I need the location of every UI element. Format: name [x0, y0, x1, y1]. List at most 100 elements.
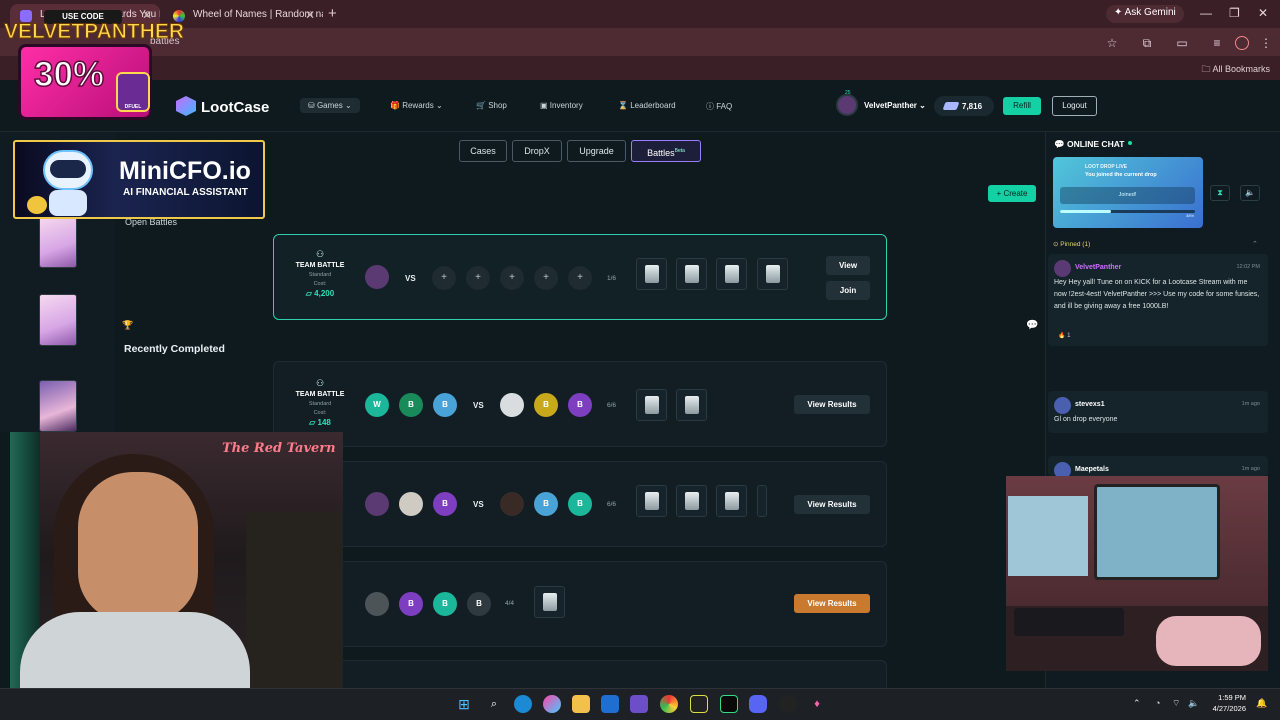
- player-avatar[interactable]: B: [433, 393, 457, 417]
- menu-icon[interactable]: ⋮: [1259, 36, 1273, 50]
- player-avatar[interactable]: [365, 592, 389, 616]
- chat-toggle-icon[interactable]: 💬: [1026, 320, 1038, 331]
- join-button[interactable]: Join: [826, 281, 870, 300]
- discord-icon[interactable]: [749, 695, 767, 713]
- card-thumbnail[interactable]: [39, 216, 77, 268]
- refill-button[interactable]: Refill: [1003, 97, 1041, 115]
- view-results-button[interactable]: View Results: [794, 495, 870, 514]
- card-thumbnail[interactable]: [39, 294, 77, 346]
- close-icon[interactable]: ✕: [305, 8, 315, 22]
- logout-button[interactable]: Logout: [1052, 96, 1097, 116]
- player-avatar[interactable]: B: [399, 393, 423, 417]
- join-slot[interactable]: +: [432, 266, 456, 290]
- player-avatar[interactable]: B: [433, 492, 457, 516]
- obs-icon[interactable]: [779, 695, 797, 713]
- player-count: 4/4: [505, 600, 515, 607]
- chat-message: Maepetals 1m ago: [1048, 456, 1268, 479]
- player-avatar[interactable]: B: [433, 592, 457, 616]
- card-thumbnail[interactable]: [39, 380, 77, 432]
- join-slot[interactable]: +: [500, 266, 524, 290]
- player-avatar[interactable]: B: [568, 492, 592, 516]
- chevron-up-icon[interactable]: ⌃: [1133, 698, 1141, 709]
- windows-start-icon[interactable]: ⊞: [455, 695, 473, 713]
- terminal-icon[interactable]: [720, 695, 738, 713]
- tab-wheel-of-names[interactable]: Wheel of Names | Random nam ✕: [163, 4, 323, 28]
- player-avatar[interactable]: B: [534, 492, 558, 516]
- wifi-icon[interactable]: ⌔: [1172, 698, 1180, 709]
- minimize-icon[interactable]: —: [1200, 6, 1212, 20]
- battle-card: ⚇ TEAM BATTLE Standard Cost: ▱ 148 W B B…: [273, 361, 887, 447]
- file-explorer-icon[interactable]: [572, 695, 590, 713]
- nav-inventory[interactable]: ▣ Inventory: [532, 98, 591, 113]
- copilot-icon[interactable]: [543, 695, 561, 713]
- edge-icon[interactable]: [514, 695, 532, 713]
- chevron-up-icon[interactable]: ⌃: [1252, 240, 1258, 248]
- all-bookmarks[interactable]: 🗀 All Bookmarks: [1201, 62, 1270, 78]
- search-icon[interactable]: ⌕: [485, 695, 503, 713]
- chrome-icon[interactable]: [660, 695, 678, 713]
- create-battle-button[interactable]: + Create: [988, 185, 1036, 202]
- tab-upgrade[interactable]: Upgrade: [567, 140, 626, 162]
- player-avatar[interactable]: [365, 492, 389, 516]
- message-time: 1m ago: [1241, 401, 1260, 407]
- cost-number: 4,200: [314, 289, 335, 298]
- notepad-icon[interactable]: [690, 695, 708, 713]
- nav-rewards[interactable]: 🎁 Rewards ⌄: [382, 98, 451, 113]
- player-avatar[interactable]: [500, 492, 524, 516]
- message-author[interactable]: Maepetals: [1075, 466, 1109, 473]
- player-avatar[interactable]: [500, 393, 524, 417]
- notifications-icon[interactable]: 🔔: [1256, 698, 1267, 709]
- join-slot[interactable]: +: [466, 266, 490, 290]
- ask-gemini-button[interactable]: ✦ Ask Gemini: [1106, 5, 1184, 23]
- site-logo[interactable]: LootCase: [176, 96, 269, 116]
- battle-card: B VS B B 6/6 View Results: [273, 461, 887, 547]
- player-avatar[interactable]: B: [568, 393, 592, 417]
- pinned-section[interactable]: ⊙ Pinned (1): [1053, 240, 1090, 248]
- avatar: [1054, 397, 1071, 414]
- hourglass-icon[interactable]: ⧗: [1210, 185, 1230, 201]
- outlook-icon[interactable]: [601, 695, 619, 713]
- view-button[interactable]: View: [826, 256, 870, 275]
- profile-icon[interactable]: [1235, 36, 1249, 50]
- nav-shop[interactable]: 🛒 Shop: [468, 98, 515, 113]
- nav-games[interactable]: ⛁ Games ⌄: [300, 98, 360, 113]
- avatar: [836, 94, 858, 116]
- network-icon[interactable]: ◔: [1155, 698, 1160, 708]
- teams-icon[interactable]: [630, 695, 648, 713]
- player-count: 6/6: [607, 402, 617, 409]
- close-window-icon[interactable]: ✕: [1258, 6, 1268, 20]
- star-icon[interactable]: ☆: [1105, 36, 1119, 50]
- tab-cases[interactable]: Cases: [459, 140, 507, 162]
- join-slot[interactable]: +: [534, 266, 558, 290]
- view-results-button[interactable]: View Results: [794, 395, 870, 414]
- player-avatar[interactable]: [399, 492, 423, 516]
- player-avatar[interactable]: B: [534, 393, 558, 417]
- message-author[interactable]: VelvetPanther: [1075, 264, 1121, 271]
- sound-icon[interactable]: 🔈: [1240, 185, 1260, 201]
- player-avatar[interactable]: B: [467, 592, 491, 616]
- volume-icon[interactable]: 🔈: [1188, 698, 1199, 709]
- joined-button[interactable]: Joined!: [1060, 187, 1195, 204]
- cast-icon[interactable]: ▭: [1175, 36, 1189, 50]
- player-avatar[interactable]: B: [399, 592, 423, 616]
- cost-label: Cost:: [313, 410, 327, 416]
- reaction-badge[interactable]: 🔥 1: [1058, 332, 1070, 339]
- maximize-icon[interactable]: ❐: [1229, 6, 1240, 20]
- join-slot[interactable]: +: [568, 266, 592, 290]
- message-author[interactable]: stevexs1: [1075, 401, 1105, 408]
- tab-label: Battles: [647, 148, 675, 158]
- tab-battles[interactable]: BattlesBeta: [631, 140, 701, 162]
- extensions-icon[interactable]: ⧉: [1140, 36, 1154, 50]
- tab-dropx[interactable]: DropX: [512, 140, 562, 162]
- view-results-button[interactable]: View Results: [794, 594, 870, 613]
- team-icon: ⚇: [315, 378, 325, 388]
- pin-app-icon[interactable]: ♦: [808, 695, 826, 713]
- player-avatar[interactable]: [365, 265, 389, 289]
- nav-leaderboard[interactable]: ⌛ Leaderboard: [610, 98, 684, 113]
- system-clock[interactable]: 1:59 PM 4/27/2026: [1206, 692, 1246, 714]
- nav-faq[interactable]: ⓘ FAQ: [698, 98, 740, 115]
- new-tab-button[interactable]: +: [328, 5, 337, 22]
- media-icon[interactable]: ≡: [1210, 36, 1224, 50]
- player-avatar[interactable]: W: [365, 393, 389, 417]
- user-level: 25: [845, 90, 851, 96]
